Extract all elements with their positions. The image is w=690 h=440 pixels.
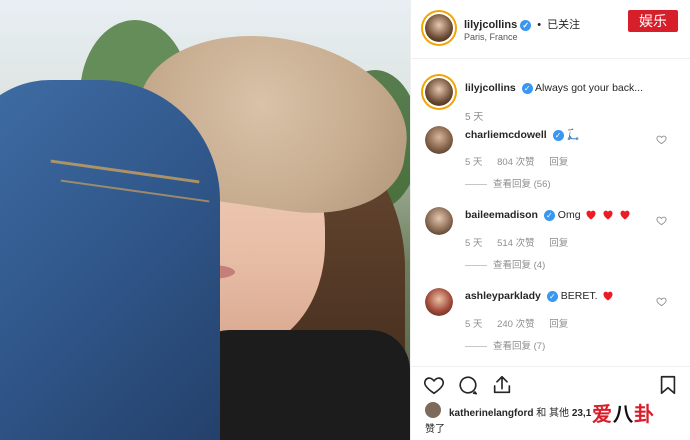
red-heart-emoji-icon <box>586 210 597 220</box>
red-heart-emoji-icon <box>620 210 630 220</box>
header-username[interactable]: lilyjcollins <box>464 19 517 31</box>
post-photo[interactable] <box>0 0 410 440</box>
likes-others-label[interactable]: 和 其他 <box>536 408 569 419</box>
view-replies-button[interactable]: 查看回复 (56) <box>465 176 551 190</box>
verified-badge-icon: ✓ <box>546 290 558 302</box>
watermark-part: 八 <box>613 402 634 426</box>
view-replies-label: 查看回复 (7) <box>493 341 546 352</box>
view-replies-label: 查看回复 (56) <box>493 179 551 190</box>
post-action-bar <box>411 366 690 402</box>
header-user-line: lilyjcollins ✓ • 已关注 <box>464 16 580 32</box>
comment-reply-button[interactable]: 回复 <box>549 319 568 330</box>
likes-count-partial[interactable]: 23,1 <box>572 408 591 419</box>
comment-body: BERET. <box>560 290 598 302</box>
like-comment-heart-icon[interactable] <box>656 215 667 226</box>
divider <box>411 58 690 59</box>
follow-status-button[interactable]: 已关注 <box>547 19 580 31</box>
comment-reply-button[interactable]: 回复 <box>549 238 568 249</box>
share-icon[interactable] <box>491 374 513 396</box>
comment-time[interactable]: 5 天 <box>465 238 482 249</box>
liker-avatar[interactable] <box>425 402 441 418</box>
comment-meta: 5 天 240 次赞 回复 <box>465 316 580 330</box>
view-replies-button[interactable]: 查看回复 (4) <box>465 257 545 271</box>
replies-line <box>465 345 487 347</box>
comment-icon[interactable] <box>457 374 479 396</box>
comment-meta: 5 天 804 次赞 回复 <box>465 154 580 168</box>
replies-line <box>465 264 487 266</box>
comment-username[interactable]: charliemcdowell <box>465 129 547 141</box>
watermark-part: 卦 <box>634 402 655 426</box>
comment-time[interactable]: 5 天 <box>465 157 482 168</box>
watermark-part: 爱 <box>592 402 613 426</box>
photo-coat <box>190 330 410 440</box>
verified-badge-icon: ✓ <box>552 129 564 141</box>
bookmark-icon[interactable] <box>657 374 679 396</box>
comment-avatar[interactable] <box>425 288 453 316</box>
likes-text: katherinelangford 和 其他 23,1 <box>449 404 591 419</box>
comment-item: ashleyparklady ✓ BERET. 5 天 240 次赞 回复 查看… <box>411 288 690 368</box>
caption-timestamp[interactable]: 5 天 <box>465 108 483 123</box>
caption-username[interactable]: lilyjcollins <box>465 82 516 94</box>
comment-like-count[interactable]: 240 次赞 <box>497 319 535 330</box>
red-heart-emoji-icon <box>603 210 613 220</box>
comment-time[interactable]: 5 天 <box>465 319 482 330</box>
instagram-post-screenshot: lilyjcollins ✓ • 已关注 Paris, France lilyjc… <box>0 0 690 440</box>
like-comment-heart-icon[interactable] <box>656 134 667 145</box>
watermark-top-badge: 娱乐 <box>628 10 678 32</box>
comment-text: baileemadison ✓ Omg <box>465 209 645 221</box>
avatar-image <box>425 126 453 154</box>
verified-badge-icon: ✓ <box>520 19 532 31</box>
header-location[interactable]: Paris, France <box>464 32 518 42</box>
header-separator: • <box>537 19 542 31</box>
red-heart-emoji-icon <box>603 291 613 301</box>
comment-username[interactable]: baileemadison <box>465 209 538 221</box>
comment-body: Omg <box>557 209 581 221</box>
comment-reply-button[interactable]: 回复 <box>549 157 568 168</box>
liker-username[interactable]: katherinelangford <box>449 408 533 419</box>
avatar-image <box>425 288 453 316</box>
verified-badge-icon: ✓ <box>521 82 533 94</box>
like-comment-heart-icon[interactable] <box>656 296 667 307</box>
view-replies-button[interactable]: 查看回复 (7) <box>465 338 545 352</box>
comment-item: baileemadison ✓ Omg 5 天 514 次赞 回复 查看回复 (… <box>411 207 690 287</box>
watermark-bottom-logo: 爱八卦 <box>592 398 655 427</box>
photo-denim-jacket <box>0 80 220 440</box>
comment-like-count[interactable]: 514 次赞 <box>497 238 535 249</box>
likes-second-line: 赞了 <box>425 424 445 435</box>
view-replies-label: 查看回复 (4) <box>493 260 546 271</box>
heart-icon[interactable] <box>423 374 445 396</box>
comment-avatar[interactable] <box>425 207 453 235</box>
comment-text: ashleyparklady ✓ BERET. <box>465 290 645 302</box>
verified-badge-icon: ✓ <box>543 209 555 221</box>
comment-like-count[interactable]: 804 次赞 <box>497 157 535 168</box>
replies-line <box>465 183 487 185</box>
comment-username[interactable]: ashleyparklady <box>465 290 541 302</box>
caption-text: lilyjcollins ✓ Always got your back... <box>465 82 680 94</box>
comment-text: charliemcdowell ✓ 🛴 <box>465 128 645 141</box>
comment-item: charliemcdowell ✓ 🛴 5 天 804 次赞 回复 查看回复 (… <box>411 126 690 206</box>
avatar-image <box>425 78 453 106</box>
post-side-panel: lilyjcollins ✓ • 已关注 Paris, France lilyjc… <box>410 0 690 440</box>
caption-avatar[interactable] <box>425 78 453 106</box>
header-avatar[interactable] <box>425 14 453 42</box>
comment-body: 🛴 <box>566 129 580 141</box>
comment-meta: 5 天 514 次赞 回复 <box>465 235 580 249</box>
avatar-image <box>425 14 453 42</box>
comment-avatar[interactable] <box>425 126 453 154</box>
avatar-image <box>425 207 453 235</box>
caption-body: Always got your back... <box>535 82 644 94</box>
